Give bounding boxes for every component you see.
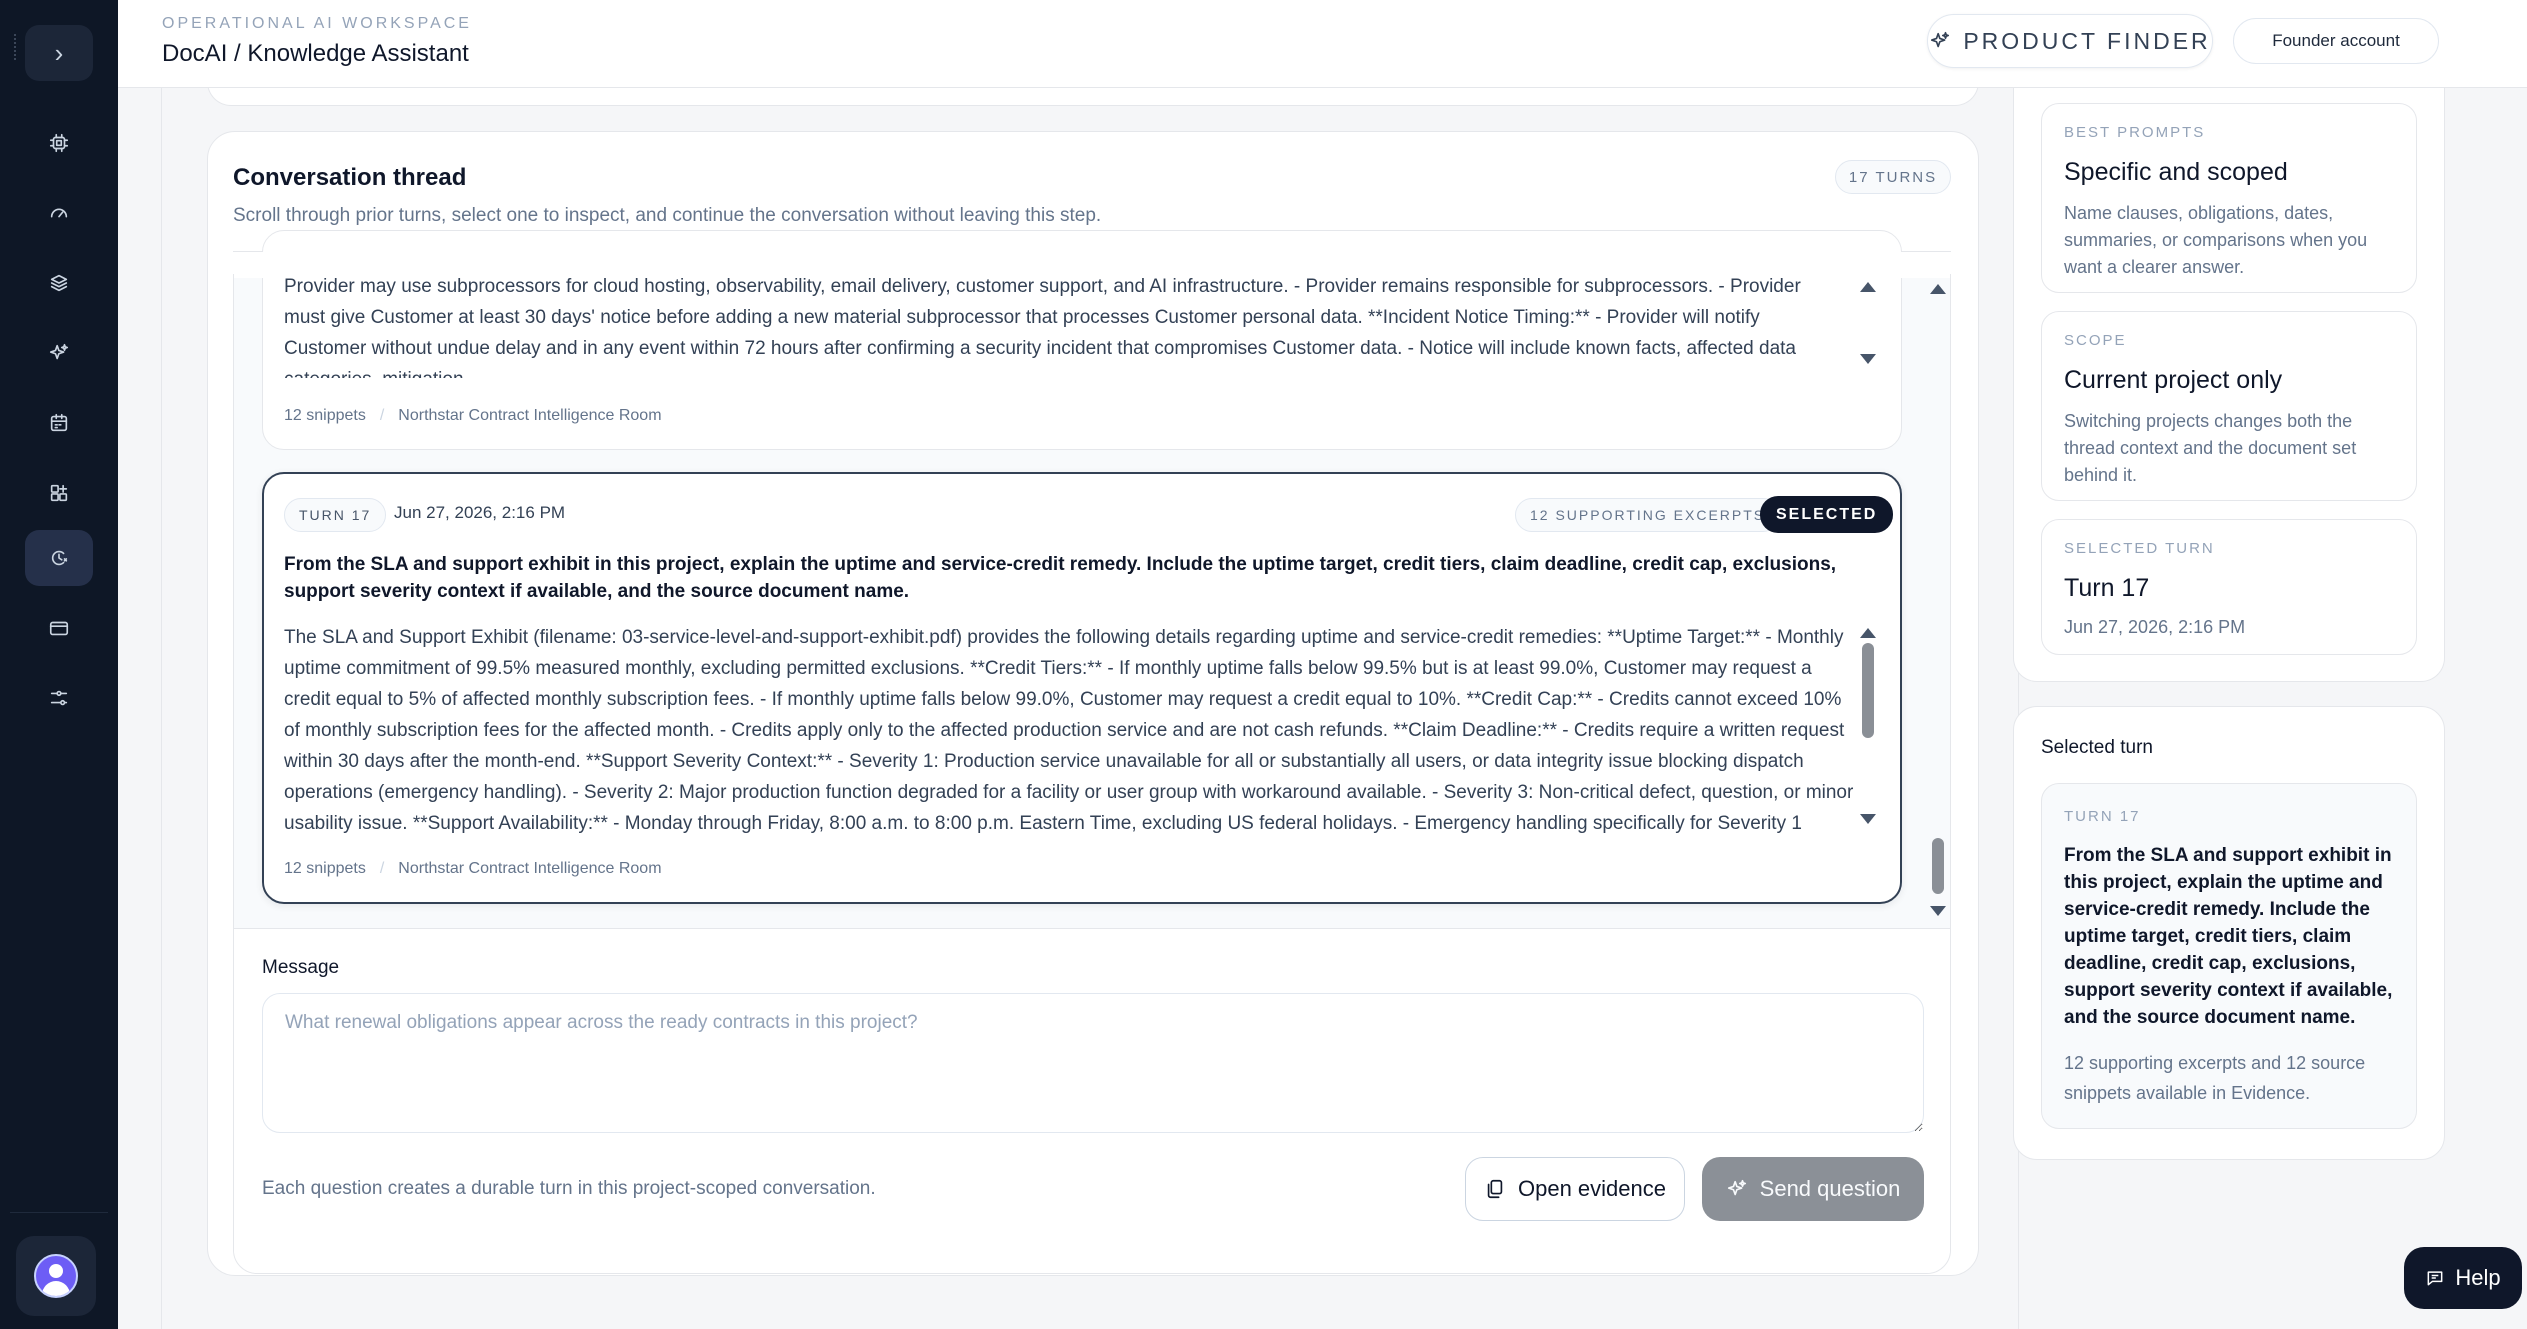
turn-label-pill: TURN 17 bbox=[284, 498, 387, 532]
tip-title: Current project only bbox=[2064, 366, 2283, 394]
snippet-count: 12 snippets bbox=[284, 407, 366, 424]
selected-turn-footer: 12 supporting excerpts and 12 source sni… bbox=[2064, 1053, 2366, 1103]
open-evidence-label: Open evidence bbox=[1518, 1176, 1666, 1201]
user-avatar[interactable] bbox=[16, 1236, 96, 1316]
tip-eyebrow: SCOPE bbox=[2064, 332, 2127, 349]
rail-item-sparkles[interactable] bbox=[25, 325, 93, 381]
scroll-up-arrow[interactable] bbox=[1860, 282, 1876, 292]
send-question-label: Send question bbox=[1759, 1176, 1901, 1201]
tip-best-prompts: BEST PROMPTS Specific and scoped Name cl… bbox=[2041, 103, 2417, 293]
account-button[interactable]: Founder account bbox=[2233, 18, 2439, 64]
scroll-down-arrow[interactable] bbox=[1860, 354, 1876, 364]
selected-turn-summary: TURN 17 From the SLA and support exhibit… bbox=[2041, 783, 2417, 1129]
meta-separator: / bbox=[379, 407, 385, 424]
previous-turn-answer-text: procedures, secure software development … bbox=[284, 262, 1801, 378]
sparkles-icon bbox=[1727, 1179, 1746, 1196]
workspace-eyebrow: OPERATIONAL AI WORKSPACE bbox=[162, 15, 472, 32]
selected-badge: SELECTED bbox=[1760, 496, 1894, 533]
compose-note: Each question creates a durable turn in … bbox=[262, 1178, 876, 1199]
scroll-top-mask bbox=[234, 252, 1950, 278]
tip-body: Jun 27, 2026, 2:16 PM bbox=[2064, 617, 2246, 637]
sparkles-icon bbox=[49, 343, 69, 360]
rail-item-assistant[interactable] bbox=[25, 530, 93, 586]
top-header: OPERATIONAL AI WORKSPACE DocAI / Knowled… bbox=[118, 0, 2527, 88]
rail-item-calendar[interactable] bbox=[25, 395, 93, 451]
product-finder-label: PRODUCT FINDER bbox=[1963, 27, 2211, 54]
tip-eyebrow: SELECTED TURN bbox=[2064, 540, 2215, 557]
tip-scope: SCOPE Current project only Switching pro… bbox=[2041, 311, 2417, 501]
gauge-icon bbox=[50, 208, 68, 218]
document-copy-icon bbox=[1487, 1179, 1503, 1199]
left-rail: › bbox=[0, 0, 118, 1329]
scroll-thumb[interactable] bbox=[1862, 643, 1874, 738]
thread-scroll-thumb[interactable] bbox=[1932, 838, 1944, 894]
selected-turn-meta: 12 snippets / Northstar Contract Intelli… bbox=[284, 860, 662, 878]
product-finder-button[interactable]: PRODUCT FINDER bbox=[1927, 14, 2213, 68]
selected-turn-question: From the SLA and support exhibit in this… bbox=[2064, 845, 2393, 1028]
open-evidence-button[interactable]: Open evidence bbox=[1465, 1157, 1685, 1221]
chip-icon bbox=[49, 133, 69, 153]
grid-plus-icon bbox=[50, 484, 68, 502]
help-button[interactable]: Help bbox=[2404, 1247, 2522, 1309]
rail-item-chip[interactable] bbox=[25, 115, 93, 171]
rail-divider bbox=[10, 1212, 108, 1213]
turn-question: From the SLA and support exhibit in this… bbox=[284, 554, 1837, 602]
answer-scrollbar[interactable] bbox=[1860, 628, 1876, 824]
rail-item-layers[interactable] bbox=[25, 255, 93, 311]
avatar-icon bbox=[34, 1254, 78, 1298]
card-icon bbox=[49, 621, 69, 636]
previous-answer-scrollbar[interactable] bbox=[1860, 282, 1876, 364]
message-input[interactable] bbox=[262, 993, 1924, 1133]
chevron-right-icon[interactable]: › bbox=[25, 25, 93, 81]
layers-icon bbox=[50, 274, 68, 292]
scroll-up-arrow[interactable] bbox=[1930, 284, 1946, 294]
turn-timestamp: Jun 27, 2026, 2:16 PM bbox=[394, 503, 566, 522]
rail-item-settings[interactable] bbox=[25, 670, 93, 726]
room-name: Northstar Contract Intelligence Room bbox=[398, 860, 662, 877]
chat-icon bbox=[2427, 1271, 2443, 1286]
tip-selected-turn: SELECTED TURN Turn 17 Jun 27, 2026, 2:16… bbox=[2041, 519, 2417, 655]
help-label: Help bbox=[2455, 1265, 2501, 1290]
scroll-down-arrow[interactable] bbox=[1930, 906, 1946, 916]
selected-turn-heading: Selected turn bbox=[2041, 737, 2153, 758]
scroll-down-arrow[interactable] bbox=[1860, 814, 1876, 824]
meta-separator: / bbox=[379, 860, 385, 877]
sliders-icon bbox=[50, 690, 68, 706]
supporting-excerpts-badge: 12 SUPPORTING EXCERPTS bbox=[1515, 498, 1781, 532]
tip-body: Switching projects changes both the thre… bbox=[2064, 411, 2357, 485]
rail-item-grid[interactable] bbox=[25, 465, 93, 521]
turn-answer: The SLA and Support Exhibit (filename: 0… bbox=[284, 627, 1854, 834]
assistant-icon bbox=[51, 550, 68, 566]
selected-turn-label: TURN 17 bbox=[2064, 808, 2141, 825]
page-title: DocAI / Knowledge Assistant bbox=[162, 40, 469, 67]
tip-title: Turn 17 bbox=[2064, 574, 2150, 602]
rail-item-card[interactable] bbox=[25, 600, 93, 656]
send-question-button[interactable]: Send question bbox=[1702, 1157, 1924, 1221]
tip-title: Specific and scoped bbox=[2064, 158, 2288, 186]
previous-turn-answer: procedures, secure software development … bbox=[284, 262, 1834, 378]
thread-title: Conversation thread bbox=[233, 164, 467, 191]
tip-eyebrow: BEST PROMPTS bbox=[2064, 124, 2206, 141]
rail-drag-handle[interactable] bbox=[14, 34, 17, 60]
calendar-icon bbox=[50, 413, 68, 432]
rail-item-gauge[interactable] bbox=[25, 185, 93, 241]
scroll-up-arrow[interactable] bbox=[1860, 628, 1876, 638]
tip-body: Name clauses, obligations, dates, summar… bbox=[2064, 203, 2368, 277]
snippet-count: 12 snippets bbox=[284, 860, 366, 877]
previous-turn-meta: 12 snippets / Northstar Contract Intelli… bbox=[284, 407, 662, 425]
thread-subtitle: Scroll through prior turns, select one t… bbox=[233, 205, 1102, 226]
sparkles-icon bbox=[1931, 31, 1950, 48]
turn-count-badge: 17 TURNS bbox=[1835, 160, 1951, 194]
thread-scrollbar[interactable] bbox=[1930, 284, 1946, 916]
message-label: Message bbox=[262, 957, 340, 978]
room-name: Northstar Contract Intelligence Room bbox=[398, 407, 662, 424]
